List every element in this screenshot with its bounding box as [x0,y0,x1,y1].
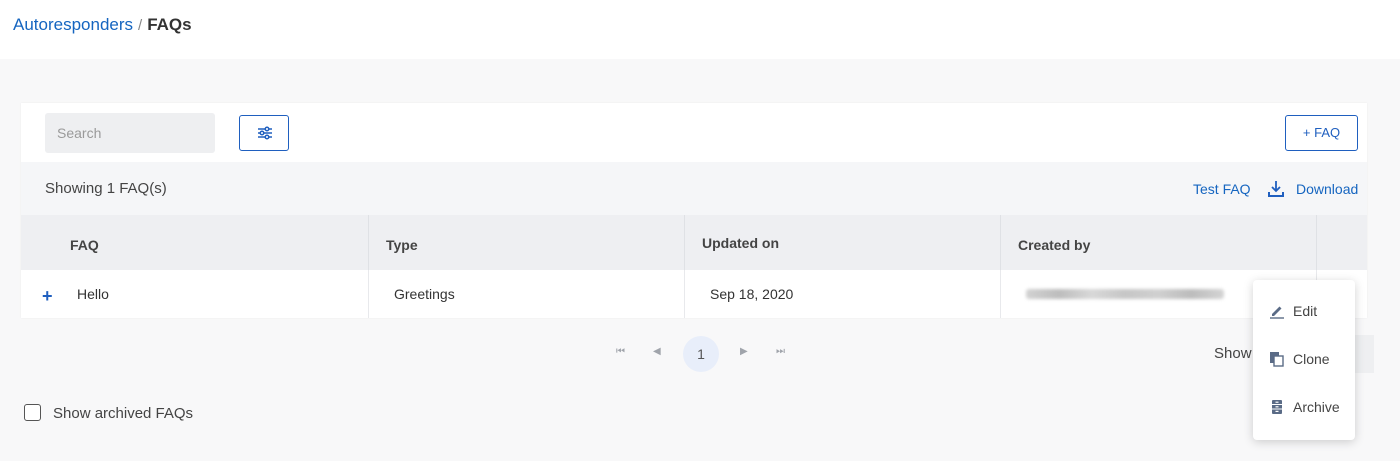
filter-sliders-icon [258,126,272,140]
breadcrumb-autoresponders-link[interactable]: Autoresponders [13,15,133,34]
current-page-button[interactable]: 1 [683,336,719,372]
expand-row-icon[interactable]: + [42,286,53,307]
page-title: FAQs [147,15,192,34]
filter-button[interactable] [239,115,289,151]
column-header-actions [1317,215,1367,270]
test-faq-link[interactable]: Test FAQ [1193,181,1251,197]
menu-item-label: Clone [1293,351,1330,367]
first-page-button[interactable]: ⏮ [616,346,625,357]
faq-question: Hello [77,286,109,302]
table-row[interactable]: + Hello Greetings Sep 18, 2020 [21,270,1367,318]
last-page-button[interactable]: ⏭ [776,346,785,357]
next-page-button[interactable]: ▶ [740,346,748,357]
result-count: Showing 1 FAQ(s) [45,180,167,197]
row-actions-menu: Edit Clone Archive [1253,280,1355,440]
show-archived-label: Show archived FAQs [53,405,194,422]
cell-updated-on: Sep 18, 2020 [685,270,1001,318]
page-size-label: Show [1214,345,1252,362]
top-bar: Autoresponders / FAQs [0,0,1400,59]
menu-item-label: Archive [1293,399,1340,415]
table-header: FAQ Type Updated on Created by [21,215,1367,270]
add-faq-button[interactable]: + FAQ [1285,115,1358,151]
download-link[interactable]: Download [1296,181,1358,197]
faq-updated-date: Sep 18, 2020 [710,286,794,302]
column-header-faq[interactable]: FAQ [21,215,369,270]
show-archived-checkbox[interactable] [24,404,41,421]
faq-card: + FAQ Showing 1 FAQ(s) Test FAQ Download… [21,103,1367,318]
column-header-label: FAQ [70,237,99,253]
summary-bar: Showing 1 FAQ(s) Test FAQ Download [21,162,1367,215]
column-header-updated-on[interactable]: Updated on [685,215,1001,270]
menu-item-label: Edit [1293,303,1318,319]
pencil-icon [1270,306,1284,319]
copy-icon [1270,352,1284,367]
column-header-label: Updated on [702,235,779,251]
blurred-creator-email [1026,289,1224,299]
column-header-label: Type [386,237,418,253]
breadcrumb-separator: / [138,17,143,34]
column-header-created-by[interactable]: Created by [1001,215,1317,270]
search-input[interactable] [45,113,215,153]
menu-item-archive[interactable]: Archive [1253,387,1355,427]
download-icon[interactable] [1267,180,1285,198]
column-header-label: Created by [1018,237,1091,253]
cell-type: Greetings [369,270,685,318]
menu-item-edit[interactable]: Edit [1253,291,1355,331]
menu-item-clone[interactable]: Clone [1253,339,1355,379]
archive-icon [1272,400,1282,414]
faq-type: Greetings [394,286,455,302]
column-header-type[interactable]: Type [369,215,685,270]
breadcrumb: Autoresponders / FAQs [13,15,192,35]
prev-page-button[interactable]: ◀ [653,346,661,357]
cell-faq: + Hello [21,270,369,318]
